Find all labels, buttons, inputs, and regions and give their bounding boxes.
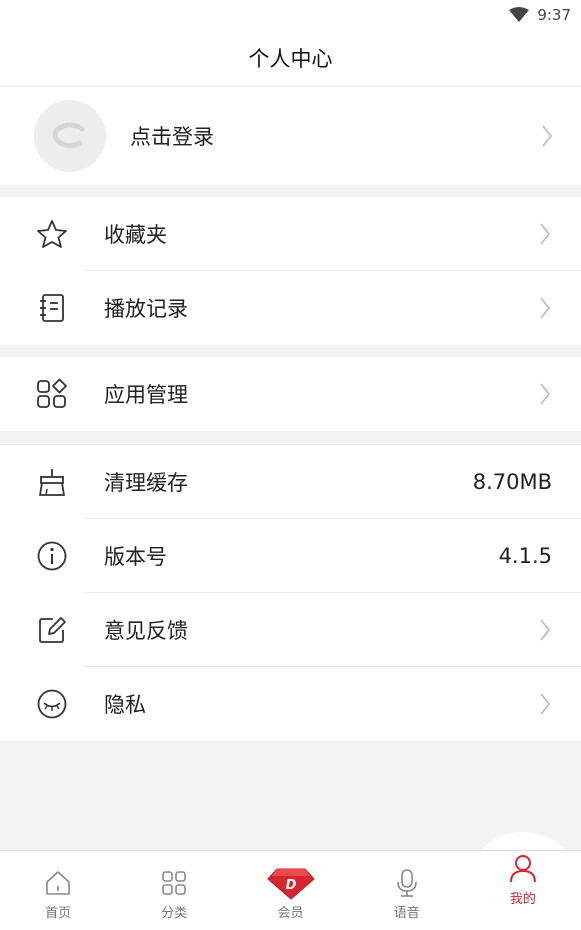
menu-item-clear-cache[interactable]: 清理缓存 8.70MB bbox=[0, 445, 581, 519]
svg-text:D: D bbox=[285, 878, 296, 893]
menu-item-feedback[interactable]: 意见反馈 bbox=[0, 593, 581, 667]
tab-label: 我的 bbox=[509, 892, 536, 907]
feedback-edit-icon bbox=[0, 615, 104, 645]
top-bar: 个人中心 bbox=[0, 30, 581, 86]
menu-item-label: 播放记录 bbox=[104, 297, 188, 321]
wifi-icon bbox=[509, 7, 530, 23]
menu-item-play-history[interactable]: 播放记录 bbox=[0, 271, 581, 345]
login-row[interactable]: 点击登录 bbox=[0, 87, 581, 185]
tab-label: 分类 bbox=[161, 906, 188, 921]
home-icon bbox=[44, 867, 72, 899]
menu-item-label: 意见反馈 bbox=[104, 619, 188, 643]
profile-icon bbox=[509, 853, 537, 885]
privacy-eye-icon bbox=[0, 688, 104, 720]
cache-size-value: 8.70MB bbox=[472, 470, 552, 494]
chevron-right-icon bbox=[539, 692, 551, 716]
menu-group-favorites: 收藏夹 播放记录 bbox=[0, 197, 581, 345]
apps-grid-icon bbox=[0, 378, 104, 410]
chevron-right-icon bbox=[539, 222, 551, 246]
tab-home[interactable]: 首页 bbox=[0, 851, 116, 930]
tab-label: 首页 bbox=[45, 906, 72, 921]
menu-item-label: 应用管理 bbox=[104, 383, 188, 407]
tab-label: 语音 bbox=[393, 906, 420, 921]
menu-item-favorites[interactable]: 收藏夹 bbox=[0, 197, 581, 271]
menu-item-privacy[interactable]: 隐私 bbox=[0, 667, 581, 741]
chevron-right-icon bbox=[539, 618, 551, 642]
microphone-icon bbox=[394, 867, 420, 899]
menu-item-app-management[interactable]: 应用管理 bbox=[0, 357, 581, 431]
page-title: 个人中心 bbox=[248, 46, 333, 71]
avatar-placeholder-icon bbox=[34, 100, 106, 172]
info-icon bbox=[0, 540, 104, 572]
version-value: 4.1.5 bbox=[498, 544, 552, 568]
chevron-right-icon bbox=[541, 124, 553, 148]
menu-item-label: 收藏夹 bbox=[104, 223, 167, 247]
tab-mine[interactable]: 我的 bbox=[465, 837, 581, 916]
status-time: 9:37 bbox=[537, 6, 571, 24]
tab-voice[interactable]: 语音 bbox=[349, 851, 465, 930]
chevron-right-icon bbox=[539, 382, 551, 406]
history-notebook-icon bbox=[0, 293, 104, 323]
broom-icon bbox=[0, 467, 104, 497]
menu-item-version: 版本号 4.1.5 bbox=[0, 519, 581, 593]
bottom-tab-bar: 首页 分类 D 会员 语音 我的 bbox=[0, 850, 581, 930]
tab-category[interactable]: 分类 bbox=[116, 851, 232, 930]
tab-vip[interactable]: D 会员 bbox=[232, 851, 348, 930]
tab-label: 会员 bbox=[277, 906, 304, 921]
category-icon bbox=[161, 867, 187, 899]
login-label: 点击登录 bbox=[130, 125, 214, 149]
vip-diamond-icon: D bbox=[266, 867, 316, 900]
chevron-right-icon bbox=[539, 296, 551, 320]
status-bar: 9:37 bbox=[0, 0, 581, 30]
menu-item-label: 隐私 bbox=[104, 693, 146, 717]
menu-group-settings: 清理缓存 8.70MB 版本号 4.1.5 意见反馈 隐私 bbox=[0, 444, 581, 741]
star-icon bbox=[0, 219, 104, 249]
menu-group-apps: 应用管理 bbox=[0, 357, 581, 431]
